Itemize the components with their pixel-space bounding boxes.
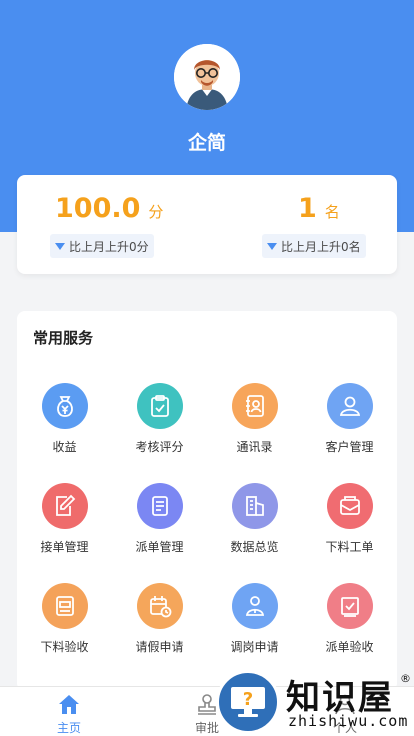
service-label: 通讯录 <box>236 440 273 454</box>
monitor-question-icon: ? <box>216 670 280 734</box>
service-label: 派单管理 <box>135 540 184 554</box>
rank-unit: 名 <box>324 203 340 221</box>
service-transfer-request[interactable]: 调岗申请 <box>207 583 302 665</box>
contact-book-icon <box>231 383 278 429</box>
service-label: 下料验收 <box>40 640 89 654</box>
service-contacts[interactable]: 通讯录 <box>207 383 302 465</box>
down-triangle-icon <box>267 242 277 250</box>
profile-name: 企简 <box>187 132 226 154</box>
score-card: 100.0 分 比上月上升0分 1 名 比上月上升0名 <box>17 175 397 274</box>
service-label: 客户管理 <box>325 440 374 454</box>
watermark-registered: ® <box>400 672 411 685</box>
service-order-receiving[interactable]: 接单管理 <box>17 483 112 565</box>
score-metric[interactable]: 100.0 分 <box>55 193 163 224</box>
service-label: 调岗申请 <box>230 640 279 654</box>
score-unit: 分 <box>148 203 164 221</box>
service-data-overview[interactable]: 数据总览 <box>207 483 302 565</box>
edit-document-icon <box>41 483 88 529</box>
avatar[interactable] <box>174 44 240 110</box>
service-label: 派单验收 <box>325 640 374 654</box>
clipboard-check-icon <box>136 383 183 429</box>
service-assessment[interactable]: 考核评分 <box>112 383 207 465</box>
score-value: 100.0 <box>55 193 141 224</box>
services-panel: 常用服务 收益 考核评分 通讯录 客户管理 接单管理 派单管理 数据总览 下料工… <box>17 311 397 691</box>
person-transfer-icon <box>231 583 278 629</box>
customer-icon <box>326 383 373 429</box>
inspection-icon <box>41 583 88 629</box>
money-bag-icon <box>41 383 88 429</box>
watermark-glyph: ? <box>243 689 253 710</box>
service-label: 请假申请 <box>135 640 184 654</box>
watermark-domain: zhishiwu.com <box>288 712 409 730</box>
score-trend-text: 比上月上升0分 <box>69 239 149 254</box>
service-material-acceptance[interactable]: 下料验收 <box>17 583 112 665</box>
document-list-icon <box>136 483 183 529</box>
rank-value: 1 <box>298 193 317 224</box>
home-icon <box>56 692 82 716</box>
service-income[interactable]: 收益 <box>17 383 112 465</box>
service-label: 数据总览 <box>230 540 279 554</box>
calendar-clock-icon <box>136 583 183 629</box>
service-label: 收益 <box>52 440 77 454</box>
service-leave-request[interactable]: 请假申请 <box>112 583 207 665</box>
tab-label: 主页 <box>56 721 81 735</box>
service-dispatch-management[interactable]: 派单管理 <box>112 483 207 565</box>
service-dispatch-acceptance[interactable]: 派单验收 <box>302 583 397 665</box>
checkbox-icon <box>326 583 373 629</box>
rank-trend-text: 比上月上升0名 <box>281 239 361 254</box>
envelope-icon <box>326 483 373 529</box>
buildings-icon <box>231 483 278 529</box>
down-triangle-icon <box>55 242 65 250</box>
rank-metric[interactable]: 1 名 <box>298 193 340 224</box>
services-title: 常用服务 <box>33 329 94 347</box>
rank-trend-badge: 比上月上升0名 <box>262 234 366 258</box>
watermark: ? 知识屋 ® zhishiwu.com <box>214 668 414 736</box>
service-label: 接单管理 <box>40 540 89 554</box>
service-material-order[interactable]: 下料工单 <box>302 483 397 565</box>
services-grid: 收益 考核评分 通讯录 客户管理 接单管理 派单管理 数据总览 下料工单 下料验… <box>17 383 397 665</box>
score-trend-badge: 比上月上升0分 <box>50 234 154 258</box>
tab-home[interactable]: 主页 <box>29 687 109 736</box>
service-customer-management[interactable]: 客户管理 <box>302 383 397 465</box>
service-label: 考核评分 <box>135 440 184 454</box>
service-label: 下料工单 <box>325 540 374 554</box>
